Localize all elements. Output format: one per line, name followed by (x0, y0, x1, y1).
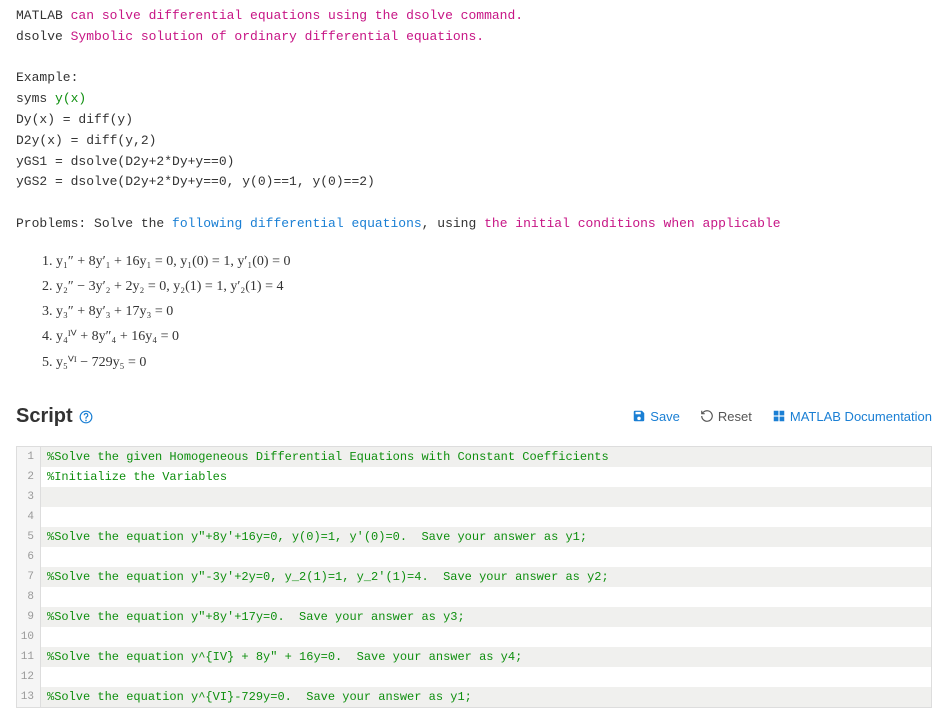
line-number: 2 (17, 467, 41, 487)
help-icon[interactable] (79, 408, 93, 424)
editor-line[interactable]: 13 %Solve the equation y^{VI}-729y=0. Sav… (17, 687, 931, 707)
editor-line[interactable]: 1 %Solve the given Homogeneous Differenti… (17, 447, 931, 467)
problems-list: y₁″ + 8y′₁ + 16y₁ = 0, y₁(0) = 1, y′₁(0)… (56, 249, 932, 375)
editor-line[interactable]: 10 (17, 627, 931, 647)
reset-icon (700, 409, 714, 423)
comment-text: %Initialize the Variables (47, 470, 227, 484)
problems-list-section: y₁″ + 8y′₁ + 16y₁ = 0, y₁(0) = 1, y′₁(0)… (0, 241, 948, 395)
line-content[interactable] (41, 587, 931, 607)
problems-link-1[interactable]: following differential equations (172, 216, 422, 231)
problems-intro: , using (422, 216, 484, 231)
problem-item: y₄ᴵⱽ + 8y″₄ + 16y₄ = 0 (56, 324, 932, 349)
line-number: 12 (17, 667, 41, 687)
example-title: Example: (16, 68, 932, 89)
save-label: Save (650, 409, 680, 424)
code-editor[interactable]: 1 %Solve the given Homogeneous Differenti… (16, 446, 932, 708)
intro-text: MATLAB (16, 8, 71, 23)
line-content[interactable]: %Solve the equation y"+8y'+16y=0, y(0)=1… (41, 527, 931, 547)
editor-line[interactable]: 9%Solve the equation y"+8y'+17y=0. Save … (17, 607, 931, 627)
intro-link-2[interactable]: Symbolic solution of ordinary differenti… (71, 29, 484, 44)
editor-line[interactable]: 11 %Solve the equation y^{IV} + 8y" + 16y… (17, 647, 931, 667)
docs-label: MATLAB Documentation (790, 409, 932, 424)
editor-line[interactable]: 2 %Initialize the Variables (17, 467, 931, 487)
line-number: 13 (17, 687, 41, 707)
line-content[interactable] (41, 667, 931, 687)
line-content[interactable]: %Solve the equation y^{VI}-729y=0. Save … (41, 687, 931, 707)
save-icon (632, 409, 646, 423)
line-number: 3 (17, 487, 41, 507)
example-line: D2y(x) = diff(y,2) (16, 131, 932, 152)
example-line: Dy(x) = diff(y) (16, 110, 932, 131)
editor-line[interactable]: 7 %Solve the equation y"-3y'+2y=0, y_2(1)… (17, 567, 931, 587)
comment-text: %Solve the equation y"-3y'+2y=0, y_2(1)=… (47, 570, 609, 584)
editor-line[interactable]: 5 %Solve the equation y"+8y'+16y=0, y(0)=… (17, 527, 931, 547)
line-number: 10 (17, 627, 41, 647)
line-number: 9 (17, 607, 41, 627)
line-number: 8 (17, 587, 41, 607)
line-number: 11 (17, 647, 41, 667)
comment-text: %Solve the equation y^{IV} + 8y" + 16y=0… (47, 650, 522, 664)
line-content[interactable]: %Solve the equation y^{IV} + 8y" + 16y=0… (41, 647, 931, 667)
example-line: yGS1 = dsolve(D2y+2*Dy+y==0) (16, 152, 932, 173)
comment-text: %Solve the equation y"+8y'+16y=0, y(0)=1… (47, 530, 587, 544)
line-content[interactable] (41, 627, 931, 647)
example-line: syms (16, 91, 55, 106)
comment-text: %Solve the equation y^{VI}-729y=0. Save … (47, 690, 472, 704)
line-number: 6 (17, 547, 41, 567)
script-title: Script (16, 405, 73, 428)
problem-item: y₁″ + 8y′₁ + 16y₁ = 0, y₁(0) = 1, y′₁(0)… (56, 249, 932, 274)
line-content[interactable]: %Solve the equation y"+8y'+17y=0. Save y… (41, 607, 931, 627)
line-number: 1 (17, 447, 41, 467)
editor-line[interactable]: 4 (17, 507, 931, 527)
docs-button[interactable]: MATLAB Documentation (772, 409, 932, 424)
line-content[interactable] (41, 487, 931, 507)
problem-item: y₂″ − 3y′₂ + 2y₂ = 0, y₂(1) = 1, y′₂(1) … (56, 274, 932, 299)
intro-link-1[interactable]: can solve differential equations using t… (71, 8, 523, 23)
line-number: 5 (17, 527, 41, 547)
editor-line[interactable]: 3 (17, 487, 931, 507)
editor-line[interactable]: 12 (17, 667, 931, 687)
line-number: 4 (17, 507, 41, 527)
problem-item: y₅ⱽᴵ − 729y₅ = 0 (56, 350, 932, 375)
reset-label: Reset (718, 409, 752, 424)
editor-line[interactable]: 6 (17, 547, 931, 567)
line-content[interactable] (41, 547, 931, 567)
comment-text: %Solve the given Homogeneous Differentia… (47, 450, 609, 464)
save-button[interactable]: Save (632, 409, 680, 424)
line-content[interactable]: %Solve the equation y"-3y'+2y=0, y_2(1)=… (41, 567, 931, 587)
script-header: Script Save Reset MATLAB Documentation (0, 395, 948, 438)
intro-text: dsolve (16, 29, 71, 44)
problems-link-2[interactable]: the initial conditions when applicable (484, 216, 780, 231)
docs-icon (772, 409, 786, 423)
line-content[interactable]: %Initialize the Variables (41, 467, 931, 487)
reset-button[interactable]: Reset (700, 409, 752, 424)
line-content[interactable] (41, 507, 931, 527)
intro-code-block: MATLAB can solve differential equations … (0, 0, 948, 241)
problems-intro: Problems: Solve the (16, 216, 172, 231)
script-title-wrap: Script (16, 405, 93, 428)
line-number: 7 (17, 567, 41, 587)
example-line: yGS2 = dsolve(D2y+2*Dy+y==0, y(0)==1, y(… (16, 172, 932, 193)
editor-line[interactable]: 8 (17, 587, 931, 607)
problem-item: y₃″ + 8y′₃ + 17y₃ = 0 (56, 299, 932, 324)
example-func: y(x) (55, 91, 86, 106)
script-actions: Save Reset MATLAB Documentation (632, 409, 932, 424)
line-content[interactable]: %Solve the given Homogeneous Differentia… (41, 447, 931, 467)
